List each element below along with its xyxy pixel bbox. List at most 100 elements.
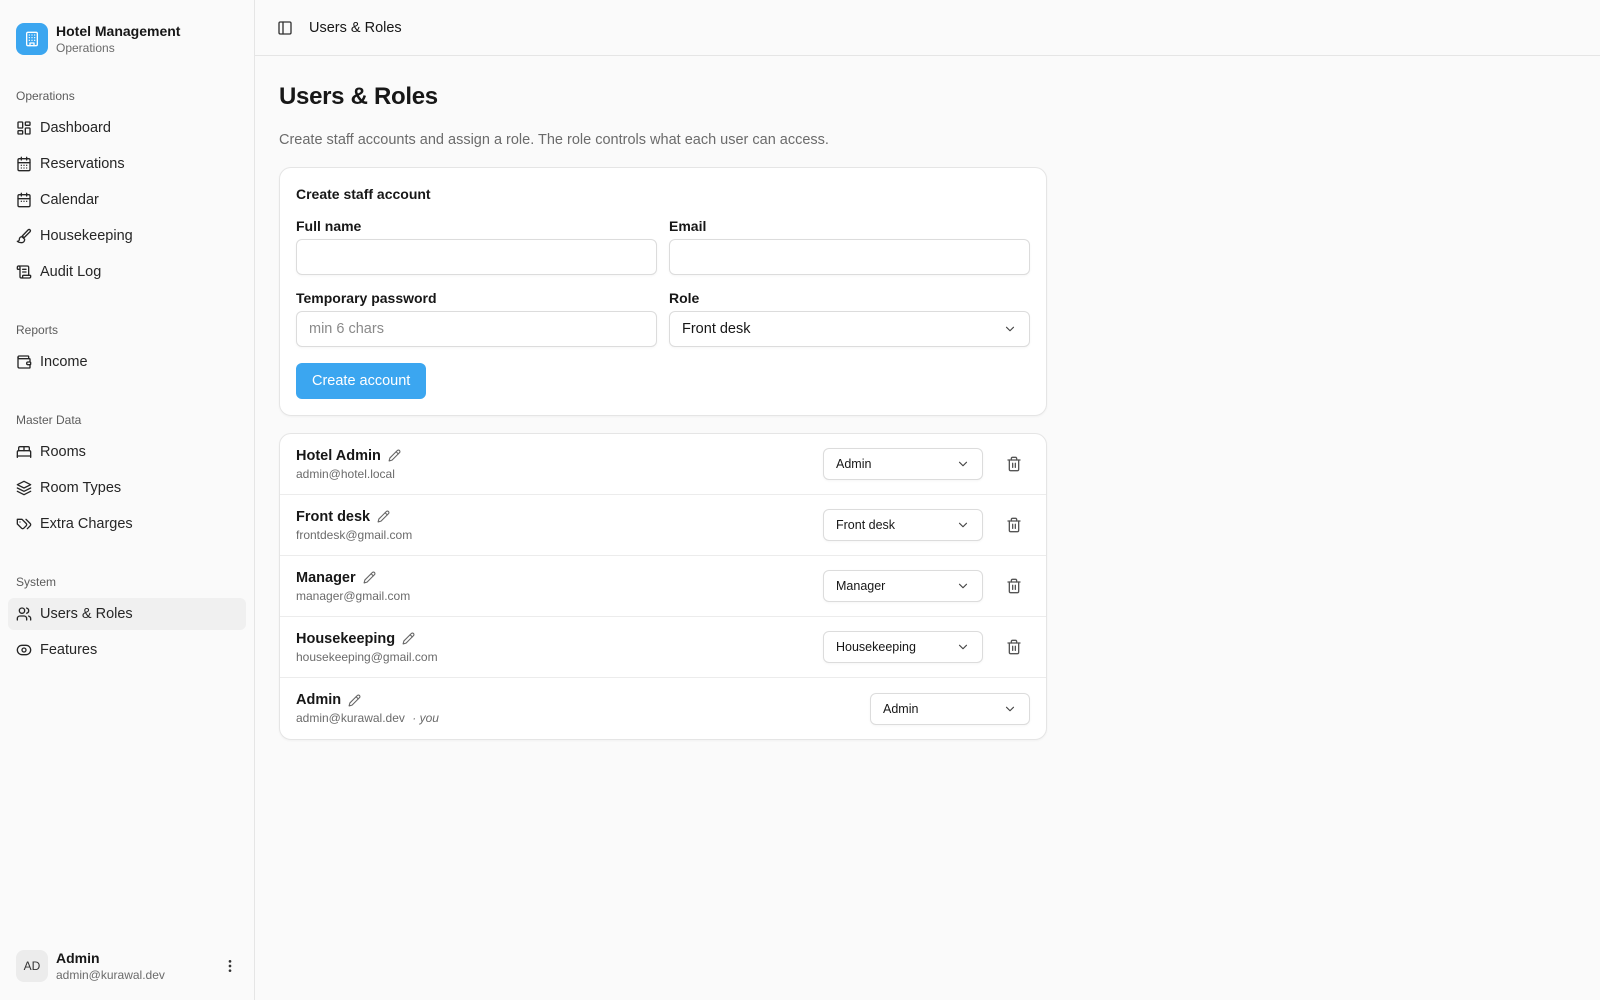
sidebar-item-label: Audit Log <box>40 264 102 280</box>
sidebar-item-features[interactable]: Features <box>8 634 246 666</box>
layers-icon <box>16 480 32 496</box>
eye-icon <box>16 642 32 658</box>
sidebar-toggle-button[interactable] <box>271 14 299 42</box>
nav-group-master-data: Master Data Rooms Room Types Extra Charg… <box>0 396 254 544</box>
dashboard-icon <box>16 120 32 136</box>
sidebar-item-label: Calendar <box>40 192 99 208</box>
sidebar-item-reservations[interactable]: Reservations <box>8 148 246 180</box>
role-label: Role <box>669 290 700 306</box>
trash-icon <box>1006 578 1022 594</box>
chevron-down-icon <box>1003 702 1017 716</box>
user-row: Hotel Admin admin@hotel.local Admin <box>280 434 1046 495</box>
content: Users & Roles Create staff accounts and … <box>255 56 1255 740</box>
delete-user-button[interactable] <box>998 509 1030 541</box>
pencil-icon[interactable] <box>402 632 415 645</box>
brush-icon <box>16 228 32 244</box>
user-row-email: frontdesk@gmail.com <box>296 527 413 542</box>
sidebar-item-room-types[interactable]: Room Types <box>8 472 246 504</box>
trash-icon <box>1006 517 1022 533</box>
user-row-name: Manager <box>296 569 356 586</box>
sidebar-item-label: Room Types <box>40 480 122 496</box>
delete-user-button[interactable] <box>998 570 1030 602</box>
user-email: admin@kurawal.dev <box>56 967 165 982</box>
wallet-icon <box>16 354 32 370</box>
nav-group-operations: Operations Dashboard Reservations Calend… <box>0 72 254 292</box>
user-row-email: manager@gmail.com <box>296 588 411 603</box>
user-role-value: Front desk <box>836 518 896 532</box>
sidebar-item-extra-charges[interactable]: Extra Charges <box>8 508 246 540</box>
pencil-icon[interactable] <box>377 510 390 523</box>
create-account-button[interactable]: Create account <box>296 363 427 399</box>
user-role-value: Admin <box>836 457 872 471</box>
scroll-icon <box>16 264 32 280</box>
tags-icon <box>16 516 32 532</box>
user-row-name: Housekeeping <box>296 630 396 647</box>
building-icon <box>16 23 48 55</box>
users-icon <box>16 606 32 622</box>
user-row: Manager manager@gmail.com Manager <box>280 556 1046 617</box>
delete-user-button[interactable] <box>998 448 1030 480</box>
full-name-input[interactable] <box>296 239 657 275</box>
page-title: Users & Roles <box>279 83 438 110</box>
chevron-down-icon <box>956 457 970 471</box>
group-label: System <box>16 575 57 589</box>
password-label: Temporary password <box>296 290 437 306</box>
bed-icon <box>16 444 32 460</box>
more-vertical-icon[interactable] <box>222 958 238 974</box>
user-role-select[interactable]: Housekeeping <box>823 631 983 663</box>
breadcrumb: Users & Roles <box>309 19 402 36</box>
page-description: Create staff accounts and assign a role.… <box>279 132 829 148</box>
nav-group-reports: Reports Income <box>0 306 254 382</box>
brand[interactable]: Hotel Management Operations <box>0 0 254 64</box>
role-select[interactable]: Front desk <box>669 311 1030 347</box>
user-role-select[interactable]: Admin <box>823 448 983 480</box>
sidebar-item-label: Income <box>40 354 88 370</box>
pencil-icon[interactable] <box>348 694 361 707</box>
sidebar-item-dashboard[interactable]: Dashboard <box>8 112 246 144</box>
user-role-select[interactable]: Manager <box>823 570 983 602</box>
email-input[interactable] <box>669 239 1030 275</box>
calendar-check-icon <box>16 156 32 172</box>
user-row-name: Admin <box>296 692 342 708</box>
trash-icon <box>1006 639 1022 655</box>
user-row-email: housekeeping@gmail.com <box>296 649 438 664</box>
main: Users & Roles Users & Roles Create staff… <box>255 0 1600 1000</box>
sidebar-item-housekeeping[interactable]: Housekeeping <box>8 220 246 252</box>
user-role-value: Admin <box>883 701 919 716</box>
user-name: Admin <box>56 949 100 966</box>
group-label: Master Data <box>16 413 82 427</box>
chevron-down-icon <box>1003 322 1017 336</box>
topbar: Users & Roles <box>255 0 1600 56</box>
user-row-email: admin@hotel.local <box>296 466 395 481</box>
sidebar-item-income[interactable]: Income <box>8 346 246 378</box>
pencil-icon[interactable] <box>388 449 401 462</box>
group-label: Reports <box>16 323 59 337</box>
sidebar-item-label: Reservations <box>40 156 125 172</box>
sidebar-item-audit-log[interactable]: Audit Log <box>8 256 246 288</box>
delete-user-button[interactable] <box>998 631 1030 663</box>
full-name-label: Full name <box>296 218 362 234</box>
chevron-down-icon <box>956 640 970 654</box>
sidebar-item-rooms[interactable]: Rooms <box>8 436 246 468</box>
sidebar-item-users-roles[interactable]: Users & Roles <box>8 598 246 630</box>
user-role-select[interactable]: Front desk <box>823 509 983 541</box>
sidebar-item-label: Rooms <box>40 444 86 460</box>
pencil-icon[interactable] <box>363 571 376 584</box>
password-input[interactable] <box>296 311 657 347</box>
user-card[interactable]: AD Admin admin@kurawal.dev <box>8 942 246 990</box>
brand-subtitle: Operations <box>56 41 115 55</box>
sidebar-item-calendar[interactable]: Calendar <box>8 184 246 216</box>
sidebar-item-label: Housekeeping <box>40 228 133 244</box>
user-row-name: Hotel Admin <box>296 447 381 464</box>
card-title: Create staff account <box>296 186 431 202</box>
user-row: Front desk frontdesk@gmail.com Front des… <box>280 495 1046 556</box>
role-select-value: Front desk <box>682 321 751 337</box>
email-label: Email <box>669 218 707 234</box>
sidebar-item-label: Dashboard <box>40 120 111 136</box>
brand-title: Hotel Management <box>56 23 181 39</box>
user-role-select[interactable]: Admin <box>870 692 1030 725</box>
sidebar: Hotel Management Operations Operations D… <box>0 0 255 1000</box>
panel-left-icon <box>277 20 293 36</box>
users-list: Hotel Admin admin@hotel.local Admin Fron… <box>279 433 1047 740</box>
user-row: Housekeeping housekeeping@gmail.com Hous… <box>280 617 1046 678</box>
